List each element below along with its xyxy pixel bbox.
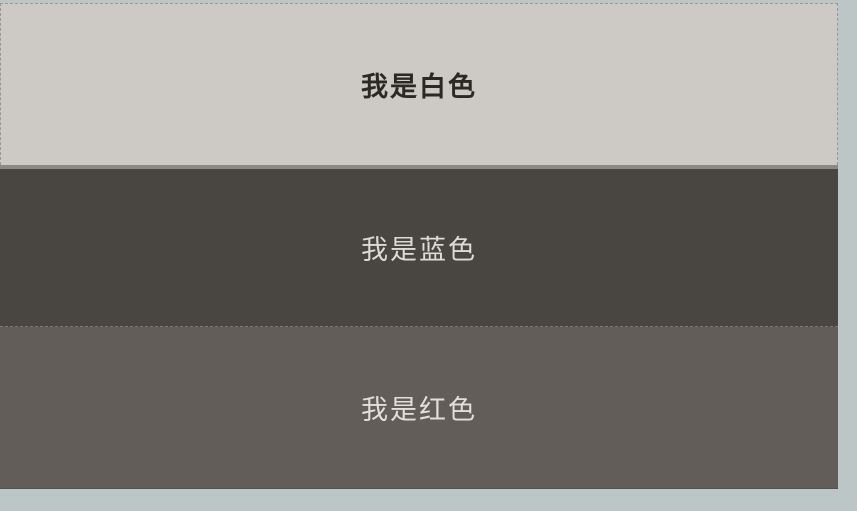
white-panel: 我是白色 [0,3,838,165]
color-panel-stack: 我是白色 我是蓝色 我是红色 [0,3,838,489]
white-panel-label: 我是白色 [361,72,477,103]
red-panel-label: 我是红色 [361,395,477,426]
blue-panel: 我是蓝色 [0,169,838,327]
red-panel: 我是红色 [0,327,838,489]
blue-panel-label: 我是蓝色 [361,235,477,266]
